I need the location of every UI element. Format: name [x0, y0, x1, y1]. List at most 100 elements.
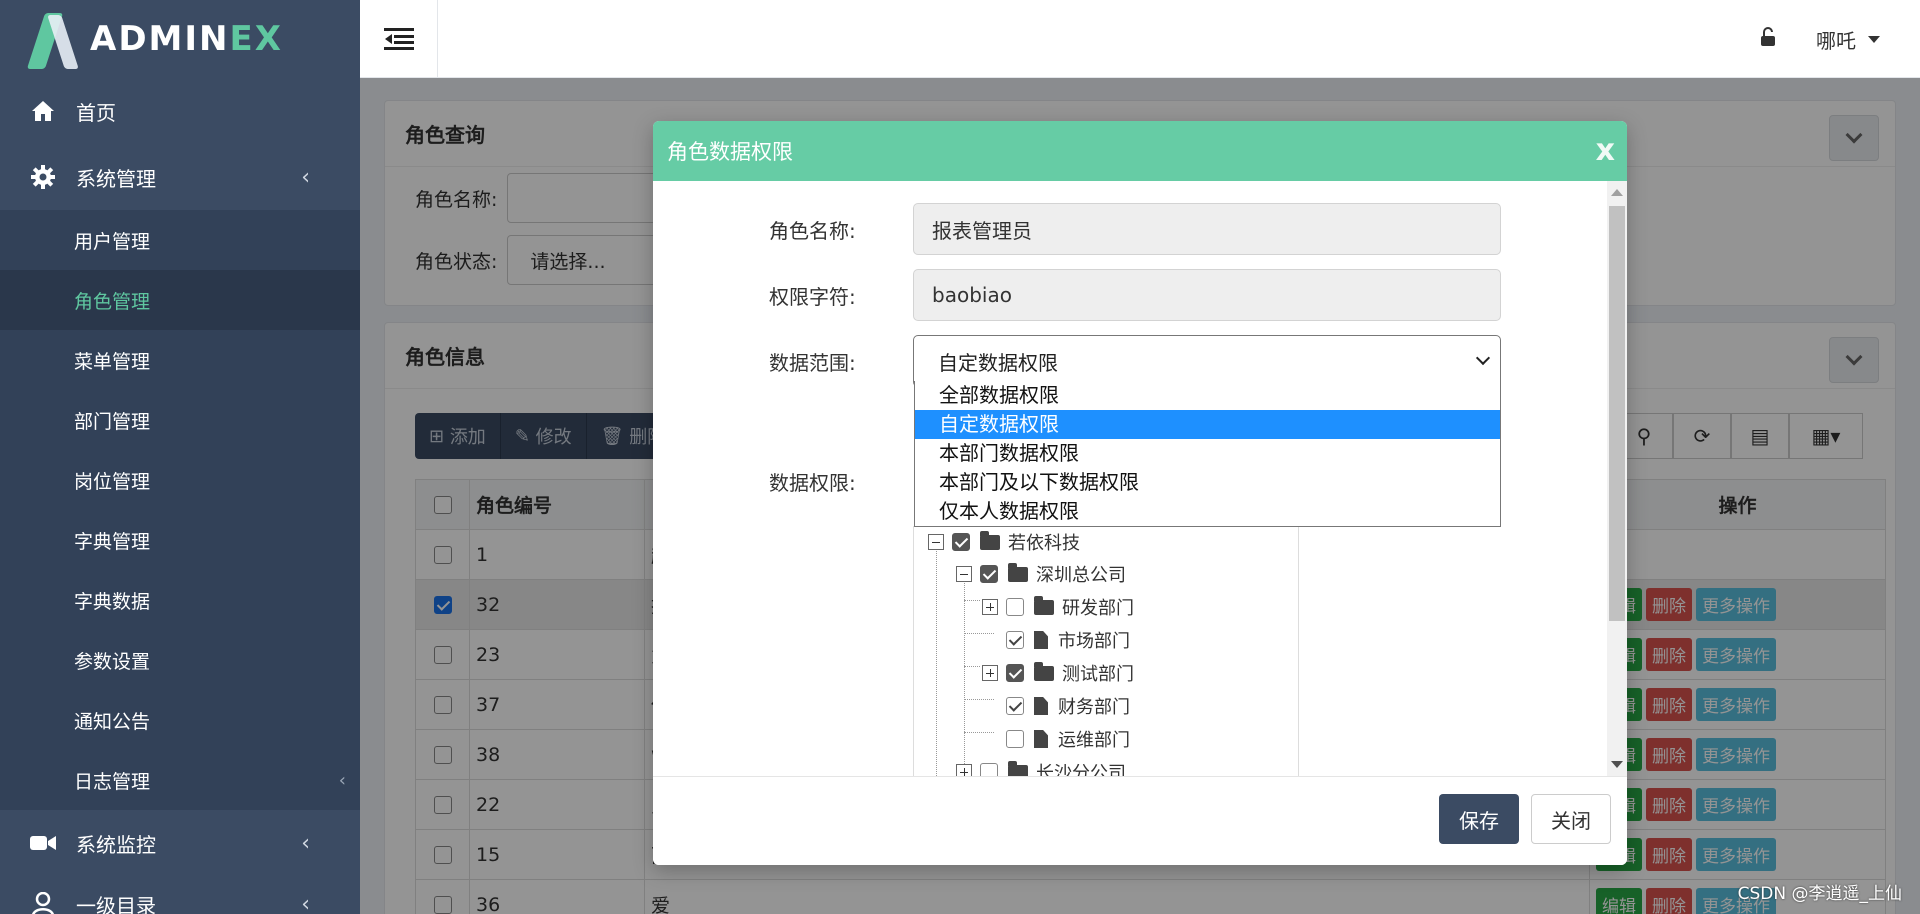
- sub-item-label: 字典数据: [74, 590, 151, 613]
- file-icon: [1034, 697, 1048, 715]
- nav-item-label: 系统管理: [76, 166, 156, 191]
- nav-item-home[interactable]: 首页: [0, 78, 360, 144]
- folder-open-icon: [1008, 562, 1028, 582]
- chevron-down-icon: [1475, 350, 1491, 366]
- dropdown-option-selected[interactable]: 自定数据权限: [915, 410, 1500, 439]
- sidebar-toggle-button[interactable]: [360, 0, 438, 78]
- chevron-left-icon: ‹: [338, 769, 346, 791]
- data-scope-select[interactable]: 自定数据权限: [913, 335, 1501, 387]
- folder-open-icon: [980, 530, 1000, 550]
- sidebar-item-posts[interactable]: 岗位管理: [0, 450, 360, 510]
- expand-toggle-icon[interactable]: [982, 599, 998, 615]
- chevron-left-icon: ‹: [301, 164, 310, 190]
- sidebar-item-notices[interactable]: 通知公告: [0, 690, 360, 750]
- sidebar-item-roles[interactable]: 角色管理: [0, 270, 360, 330]
- scroll-thumb[interactable]: [1609, 206, 1625, 621]
- expand-toggle-icon[interactable]: [956, 764, 972, 776]
- tree-checkbox[interactable]: [1006, 697, 1024, 715]
- sidebar-item-menus[interactable]: 菜单管理: [0, 330, 360, 390]
- tree-checkbox[interactable]: [1006, 730, 1024, 748]
- perm-key-label: 权限字符:: [769, 285, 856, 309]
- dropdown-option[interactable]: 本部门及以下数据权限: [915, 468, 1500, 497]
- subnav-system: 用户管理 角色管理 菜单管理 部门管理 岗位管理 字典管理 字典数据 参数设置 …: [0, 210, 360, 810]
- sub-item-label: 字典管理: [74, 530, 151, 553]
- tree-node[interactable]: 市场部门: [1006, 624, 1130, 656]
- top-right-tools: 哪吒: [1760, 0, 1880, 78]
- close-button[interactable]: 关闭: [1531, 794, 1611, 844]
- sub-item-label: 角色管理: [74, 290, 151, 313]
- close-icon[interactable]: x: [1596, 133, 1615, 168]
- tree-checkbox[interactable]: [980, 763, 998, 776]
- logo[interactable]: ADMINEX: [0, 0, 360, 78]
- watermark: CSDN @李逍遥_上仙: [1737, 884, 1902, 904]
- tree-node-label: 财务部门: [1058, 697, 1130, 718]
- role-name-field: 报表管理员: [913, 203, 1501, 255]
- chevron-left-icon: ‹: [301, 891, 310, 914]
- save-button[interactable]: 保存: [1439, 794, 1519, 844]
- tree-node[interactable]: 若依科技: [928, 526, 1080, 558]
- tree-node-label: 市场部门: [1058, 631, 1130, 652]
- collapse-toggle-icon[interactable]: [928, 534, 944, 550]
- dialog-footer: 保存 关闭: [653, 776, 1627, 865]
- video-camera-icon: [30, 830, 56, 856]
- home-icon: [30, 98, 56, 124]
- tree-node-label: 运维部门: [1058, 730, 1130, 751]
- scroll-up-icon[interactable]: [1611, 189, 1623, 196]
- nav-item-system[interactable]: 系统管理 ‹: [0, 144, 360, 210]
- nav-item-label: 系统监控: [76, 832, 156, 857]
- role-name-label: 角色名称:: [769, 219, 856, 243]
- logo-text: ADMINEX: [90, 19, 283, 59]
- sub-item-label: 菜单管理: [74, 350, 151, 373]
- data-scope-label: 数据范围:: [769, 351, 856, 375]
- dialog-header: 角色数据权限 x: [653, 121, 1627, 181]
- sidebar: ADMINEX 首页 系统管理 ‹ 用户管理 角色管理 菜单管理 部门管理 岗位…: [0, 0, 360, 914]
- sidebar-item-params[interactable]: 参数设置: [0, 630, 360, 690]
- sidebar-item-dict[interactable]: 字典管理: [0, 510, 360, 570]
- dropdown-option[interactable]: 全部数据权限: [915, 381, 1500, 410]
- dropdown-option[interactable]: 仅本人数据权限: [915, 497, 1500, 526]
- tree-node[interactable]: 测试部门: [982, 657, 1134, 689]
- file-icon: [1034, 730, 1048, 748]
- tree-node-label: 深圳总公司: [1036, 565, 1126, 586]
- dropdown-option[interactable]: 本部门数据权限: [915, 439, 1500, 468]
- expand-toggle-icon[interactable]: [982, 665, 998, 681]
- tree-node[interactable]: 长沙分公司: [956, 756, 1126, 776]
- topbar: 哪吒: [360, 0, 1920, 78]
- nav-item-monitor[interactable]: 系统监控 ‹: [0, 810, 360, 876]
- nav-item-level1[interactable]: 一级目录 ‹: [0, 876, 360, 914]
- file-icon: [1034, 631, 1048, 649]
- nav-item-label: 首页: [76, 100, 116, 125]
- collapse-toggle-icon[interactable]: [956, 566, 972, 582]
- tree-checkbox[interactable]: [952, 533, 970, 551]
- chevron-left-icon: ‹: [301, 830, 310, 856]
- sidebar-item-depts[interactable]: 部门管理: [0, 390, 360, 450]
- sub-item-label: 用户管理: [74, 230, 151, 253]
- dialog-scrollbar[interactable]: [1607, 181, 1627, 776]
- scroll-down-icon[interactable]: [1611, 761, 1623, 768]
- data-scope-value: 自定数据权限: [938, 350, 1058, 375]
- tree-node[interactable]: 运维部门: [1006, 723, 1130, 755]
- tree-checkbox[interactable]: [1006, 664, 1024, 682]
- folder-icon: [1034, 661, 1054, 681]
- sub-item-label: 岗位管理: [74, 470, 151, 493]
- tree-checkbox[interactable]: [980, 565, 998, 583]
- tree-node[interactable]: 研发部门: [982, 591, 1134, 623]
- sidebar-item-logs[interactable]: 日志管理 ‹: [0, 750, 360, 810]
- perm-key-field: baobiao: [913, 269, 1501, 321]
- tree-node[interactable]: 深圳总公司: [956, 558, 1126, 590]
- dialog-title: 角色数据权限: [667, 140, 793, 164]
- tree-node-label: 测试部门: [1062, 664, 1134, 685]
- dept-tree: 若依科技 深圳总公司 研发部门 市场部门 测试部门 财务部门 运维部门 长沙分公…: [913, 526, 1299, 776]
- nav-item-label: 一级目录: [76, 893, 156, 914]
- tree-checkbox[interactable]: [1006, 631, 1024, 649]
- logo-mark-icon: [26, 9, 80, 69]
- tree-checkbox[interactable]: [1006, 598, 1024, 616]
- dialog-body: 角色名称: 报表管理员 权限字符: baobiao 数据范围: 自定数据权限 全…: [653, 181, 1627, 776]
- sub-item-label: 部门管理: [74, 410, 151, 433]
- sidebar-item-users[interactable]: 用户管理: [0, 210, 360, 270]
- role-data-permission-dialog: 角色数据权限 x 角色名称: 报表管理员 权限字符: baobiao 数据范围:…: [653, 121, 1627, 865]
- user-menu[interactable]: 哪吒: [1816, 25, 1880, 54]
- tree-node[interactable]: 财务部门: [1006, 690, 1130, 722]
- sidebar-item-dict-data[interactable]: 字典数据: [0, 570, 360, 630]
- lock-icon[interactable]: [1760, 26, 1776, 52]
